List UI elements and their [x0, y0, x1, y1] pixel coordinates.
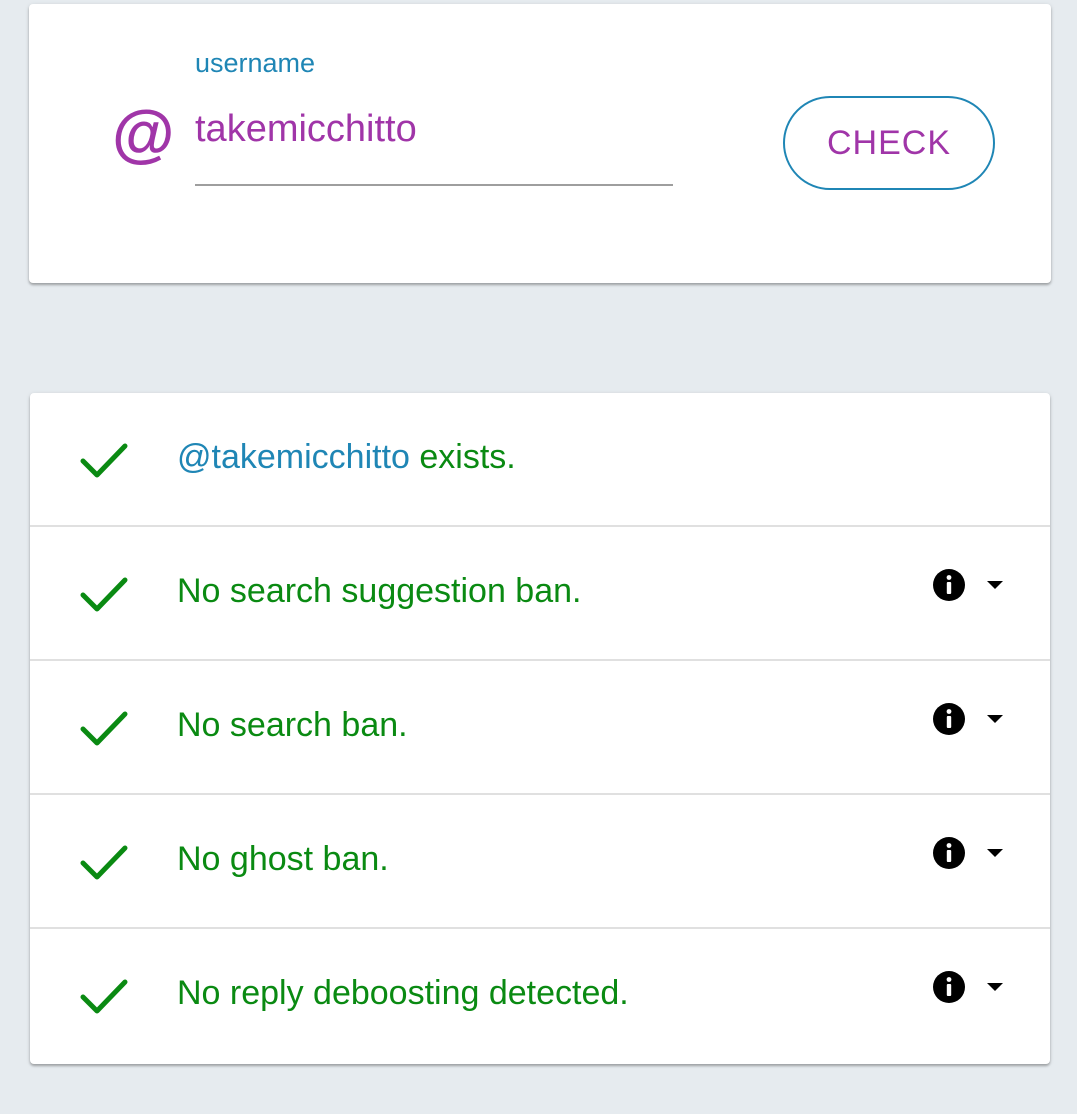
info-icon[interactable] — [932, 702, 966, 736]
caret-down-icon[interactable] — [986, 713, 1004, 725]
result-text: @takemicchitto exists. — [177, 438, 516, 477]
result-row-exists: @takemicchitto exists. — [30, 393, 1050, 527]
results-list: @takemicchitto exists. No search suggest… — [30, 393, 1050, 1064]
result-row-reply-deboosting: No reply deboosting detected. — [30, 929, 1050, 1063]
info-icon[interactable] — [932, 836, 966, 870]
result-label: No search suggestion ban. — [177, 572, 582, 610]
search-card: @ username CHECK — [29, 4, 1051, 283]
result-label: No reply deboosting detected. — [177, 974, 629, 1012]
result-label: No search ban. — [177, 706, 408, 744]
check-icon — [80, 443, 128, 478]
result-row-search-ban: No search ban. — [30, 661, 1050, 795]
result-row-ghost-ban: No ghost ban. — [30, 795, 1050, 929]
caret-down-icon[interactable] — [986, 579, 1004, 591]
result-row-search-suggestion-ban: No search suggestion ban. — [30, 527, 1050, 661]
check-icon — [80, 577, 128, 612]
caret-down-icon[interactable] — [986, 847, 1004, 859]
check-icon — [80, 979, 128, 1014]
check-button[interactable]: CHECK — [783, 96, 995, 190]
info-icon[interactable] — [932, 970, 966, 1004]
result-label: exists. — [409, 438, 516, 476]
caret-down-icon[interactable] — [986, 981, 1004, 993]
at-icon: @ — [111, 98, 174, 170]
check-icon — [80, 845, 128, 880]
info-icon[interactable] — [932, 568, 966, 602]
username-mention: @takemicchitto — [177, 438, 410, 476]
result-label: No ghost ban. — [177, 840, 389, 878]
check-icon — [80, 711, 128, 746]
username-input[interactable] — [195, 104, 673, 186]
username-label: username — [195, 48, 316, 78]
